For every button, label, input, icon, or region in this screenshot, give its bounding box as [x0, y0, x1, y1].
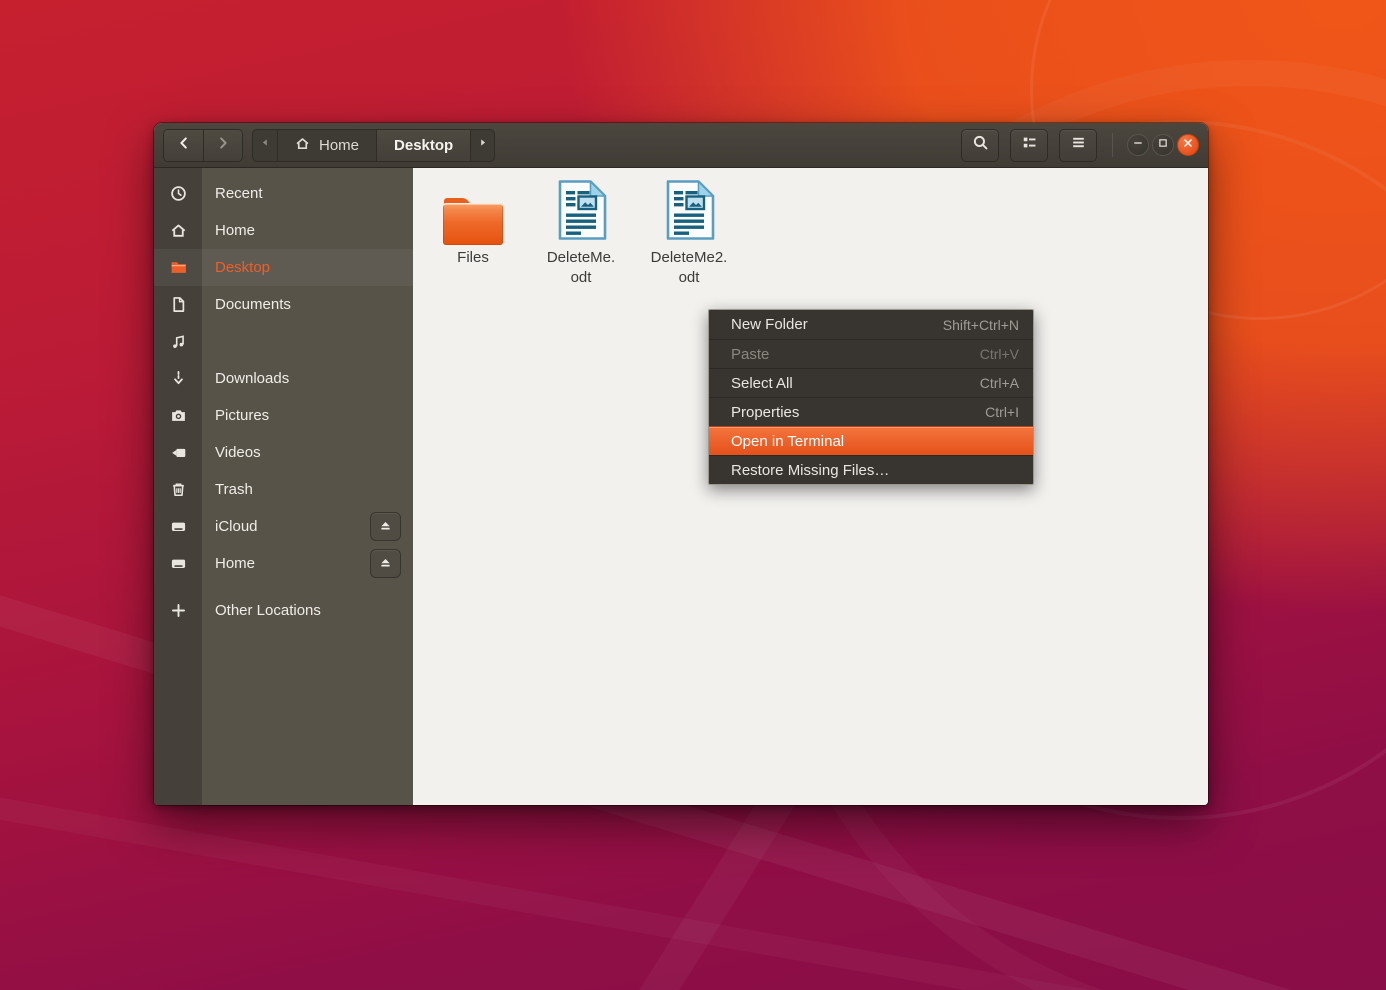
menu-item-open-in-terminal[interactable]: Open in Terminal [709, 426, 1033, 455]
menu-item-accelerator: Ctrl+A [980, 375, 1019, 391]
wallpaper-band-decoration [0, 783, 1386, 990]
menu-item-select-all[interactable]: Select All Ctrl+A [709, 368, 1033, 397]
writer-document-icon [555, 180, 607, 245]
breadcrumb-prev-button[interactable] [253, 130, 277, 161]
chevron-left-icon [176, 135, 192, 156]
menu-item-label: Paste [731, 346, 769, 363]
menu-item-new-folder[interactable]: New Folder Shift+Ctrl+N [709, 310, 1033, 339]
sidebar-item-videos[interactable]: Videos [154, 434, 413, 471]
minimize-icon [1132, 136, 1144, 154]
menu-item-properties[interactable]: Properties Ctrl+I [709, 397, 1033, 426]
close-button[interactable] [1177, 134, 1199, 156]
sidebar-item-documents[interactable]: Documents [154, 286, 413, 323]
breadcrumb-current-button[interactable]: Desktop [376, 130, 470, 161]
drive-icon [154, 518, 202, 535]
files-window: Home Desktop Recent Home Desktop [154, 123, 1208, 805]
sidebar: Recent Home Desktop Documents Downloads … [154, 168, 413, 805]
back-button[interactable] [164, 130, 203, 161]
menu-item-label: Restore Missing Files… [731, 462, 889, 479]
caret-left-icon [259, 136, 272, 154]
chevron-right-icon [215, 135, 231, 156]
caret-right-icon [476, 136, 489, 154]
trash-icon [154, 481, 202, 498]
breadcrumb-current-label: Desktop [394, 137, 453, 154]
menu-item-accelerator: Ctrl+V [980, 346, 1019, 362]
maximize-button[interactable] [1152, 134, 1174, 156]
writer-document-icon [663, 180, 715, 245]
maximize-icon [1157, 136, 1169, 154]
sidebar-item-home[interactable]: Home [154, 212, 413, 249]
sidebar-item-icloud[interactable]: iCloud [154, 508, 413, 545]
file-label: DeleteMe. odt [547, 248, 615, 289]
menu-item-label: Select All [731, 375, 793, 392]
menu-button[interactable] [1059, 129, 1097, 162]
folder-icon [154, 259, 202, 276]
view-toggle-button[interactable] [1010, 129, 1048, 162]
breadcrumb-home-button[interactable]: Home [277, 130, 376, 161]
menu-item-label: Open in Terminal [731, 433, 844, 450]
file-label: DeleteMe2. odt [651, 248, 728, 289]
eject-icon [378, 518, 393, 536]
sidebar-item-trash[interactable]: Trash [154, 471, 413, 508]
eject-button[interactable] [370, 549, 401, 578]
home-icon [154, 222, 202, 239]
search-button[interactable] [961, 129, 999, 162]
context-menu: New Folder Shift+Ctrl+N Paste Ctrl+V Sel… [708, 309, 1034, 485]
sidebar-item-downloads[interactable]: Downloads [154, 360, 413, 397]
file-view[interactable]: Files DeleteMe. odt DeleteMe2. odt [413, 168, 1208, 805]
titlebar-divider [1112, 133, 1113, 157]
clock-icon [154, 185, 202, 202]
close-icon [1182, 136, 1194, 154]
file-item-deleteme-odt[interactable]: DeleteMe. odt [533, 181, 629, 289]
sidebar-item-music[interactable] [154, 323, 413, 360]
file-item-files[interactable]: Files [425, 181, 521, 289]
file-item-deleteme2-odt[interactable]: DeleteMe2. odt [641, 181, 737, 289]
search-icon [972, 134, 989, 156]
sidebar-item-desktop[interactable]: Desktop [154, 249, 413, 286]
camera-icon [154, 407, 202, 424]
menu-item-accelerator: Ctrl+I [985, 404, 1019, 420]
view-list-icon [1021, 134, 1038, 156]
download-icon [154, 370, 202, 387]
plus-icon [154, 602, 202, 619]
menu-item-accelerator: Shift+Ctrl+N [943, 317, 1019, 333]
sidebar-item-other-locations[interactable]: Other Locations [154, 592, 413, 629]
eject-icon [378, 555, 393, 573]
sidebar-item-recent[interactable]: Recent [154, 175, 413, 212]
drive-icon [154, 555, 202, 572]
menu-item-restore-missing-files[interactable]: Restore Missing Files… [709, 455, 1033, 484]
hamburger-icon [1070, 134, 1087, 156]
minimize-button[interactable] [1127, 134, 1149, 156]
forward-button[interactable] [203, 130, 242, 161]
breadcrumb-next-button[interactable] [470, 130, 494, 161]
document-icon [154, 296, 202, 313]
menu-item-label: New Folder [731, 316, 808, 333]
navigation-buttons [163, 129, 243, 162]
menu-item-label: Properties [731, 404, 799, 421]
menu-item-paste[interactable]: Paste Ctrl+V [709, 339, 1033, 368]
eject-button[interactable] [370, 512, 401, 541]
folder-icon [443, 198, 503, 245]
music-icon [154, 333, 202, 350]
breadcrumb-home-label: Home [319, 137, 359, 154]
home-icon [295, 136, 310, 155]
breadcrumb: Home Desktop [252, 129, 495, 162]
video-icon [154, 444, 202, 461]
sidebar-item-pictures[interactable]: Pictures [154, 397, 413, 434]
sidebar-item-home[interactable]: Home [154, 545, 413, 582]
titlebar[interactable]: Home Desktop [154, 123, 1208, 168]
titlebar-right [950, 129, 1199, 162]
file-label: Files [457, 248, 489, 268]
